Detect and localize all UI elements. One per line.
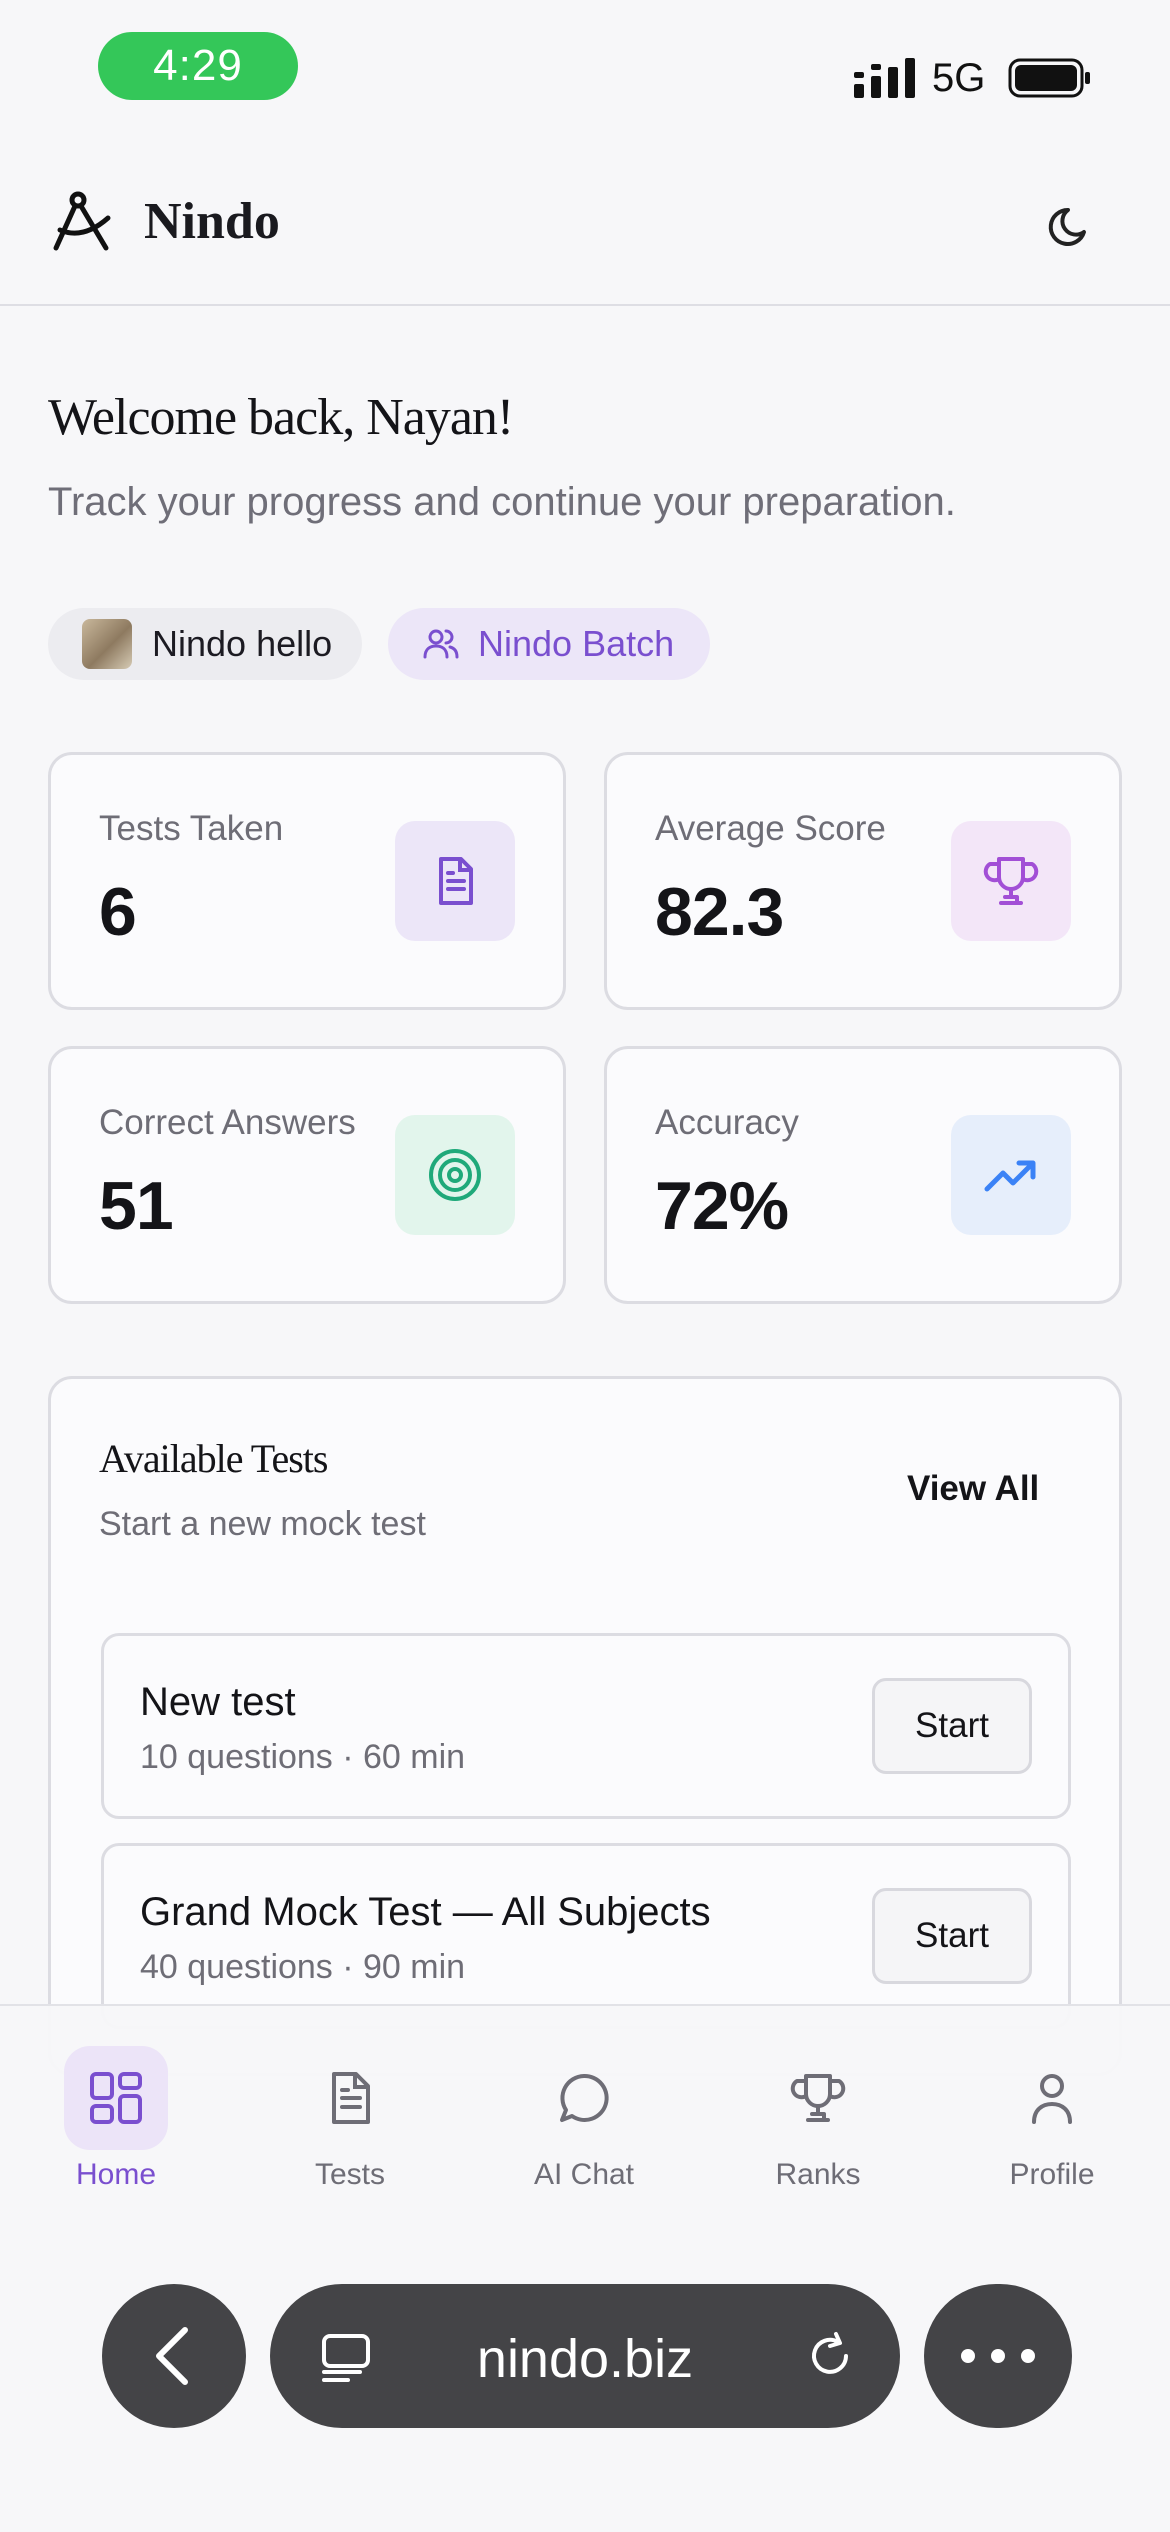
nav-tests[interactable]: Tests [260, 2046, 440, 2196]
compass-logo-icon [53, 191, 111, 251]
user-icon [1000, 2046, 1104, 2150]
users-icon [423, 629, 459, 659]
view-all-button[interactable]: View All [907, 1469, 1039, 1509]
test-name: Grand Mock Test — All Subjects [140, 1890, 711, 1934]
stat-label: Accuracy [655, 1103, 799, 1142]
available-tests-card: Available Tests Start a new mock test Vi… [48, 1376, 1122, 2076]
more-options-button[interactable] [924, 2284, 1072, 2428]
user-chip-label: Nindo hello [152, 623, 333, 664]
nav-label: AI Chat [533, 2158, 635, 2191]
more-dot [1021, 2349, 1035, 2363]
user-chip[interactable]: Nindo hello [48, 608, 362, 680]
stat-value: 51 [99, 1168, 174, 1244]
nav-profile[interactable]: Profile [962, 2046, 1142, 2196]
welcome-subtitle: Track your progress and continue your pr… [48, 480, 956, 524]
chevron-left-icon [156, 2327, 188, 2385]
stat-value: 6 [99, 874, 137, 950]
nav-label: Ranks [775, 2158, 861, 2191]
bottom-nav: Home Tests AI Chat Ranks Profile [0, 2004, 1170, 2214]
signal-icon [854, 58, 915, 98]
browser-back-button[interactable] [102, 2284, 246, 2428]
stat-value: 72% [655, 1168, 789, 1244]
stat-label: Average Score [655, 809, 886, 848]
app-header: Nindo [0, 150, 1170, 306]
nav-label: Home [75, 2158, 157, 2191]
status-bar: 4:29 5G [0, 0, 1170, 140]
trophy-icon [951, 821, 1071, 941]
stat-card-average-score: Average Score 82.3 [604, 752, 1122, 1010]
address-bar[interactable]: nindo.biz [270, 2284, 900, 2428]
start-test-button[interactable]: Start [872, 1678, 1032, 1774]
section-title: Available Tests [99, 1436, 328, 1481]
trending-up-icon [951, 1115, 1071, 1235]
more-dot [991, 2349, 1005, 2363]
chat-icon [532, 2046, 636, 2150]
test-row[interactable]: New test 10 questions · 60 min Start [101, 1633, 1071, 1819]
nav-home[interactable]: Home [26, 2046, 206, 2196]
section-subtitle: Start a new mock test [99, 1505, 426, 1543]
network-type: 5G [932, 56, 986, 100]
document-icon [298, 2046, 402, 2150]
stat-label: Correct Answers [99, 1103, 356, 1142]
document-icon [395, 821, 515, 941]
stat-card-accuracy: Accuracy 72% [604, 1046, 1122, 1304]
avatar [82, 619, 132, 669]
test-name: New test [140, 1680, 296, 1724]
moon-icon[interactable] [1044, 198, 1100, 254]
clock-time: 4:29 [98, 32, 298, 100]
browser-toolbar: nindo.biz [0, 2214, 1170, 2532]
nav-ranks[interactable]: Ranks [728, 2046, 908, 2196]
stat-label: Tests Taken [99, 809, 284, 848]
trophy-icon [766, 2046, 870, 2150]
battery-icon [1008, 58, 1090, 98]
more-dot [961, 2349, 975, 2363]
brand-name: Nindo [144, 193, 280, 250]
nav-ai-chat[interactable]: AI Chat [494, 2046, 674, 2196]
start-test-button[interactable]: Start [872, 1888, 1032, 1984]
target-icon [395, 1115, 515, 1235]
welcome-title: Welcome back, Nayan! [48, 389, 514, 446]
batch-chip[interactable]: Nindo Batch [388, 608, 710, 680]
grid-icon [64, 2046, 168, 2150]
stat-card-correct-answers: Correct Answers 51 [48, 1046, 566, 1304]
reload-icon[interactable] [802, 2328, 858, 2384]
test-meta: 10 questions · 60 min [140, 1738, 466, 1776]
stat-card-tests-taken: Tests Taken 6 [48, 752, 566, 1010]
stat-value: 82.3 [655, 874, 784, 950]
test-meta: 40 questions · 90 min [140, 1948, 466, 1986]
nav-label: Profile [1009, 2158, 1095, 2191]
batch-chip-label: Nindo Batch [478, 623, 675, 664]
nav-label: Tests [314, 2158, 386, 2191]
test-row[interactable]: Grand Mock Test — All Subjects 40 questi… [101, 1843, 1071, 2029]
